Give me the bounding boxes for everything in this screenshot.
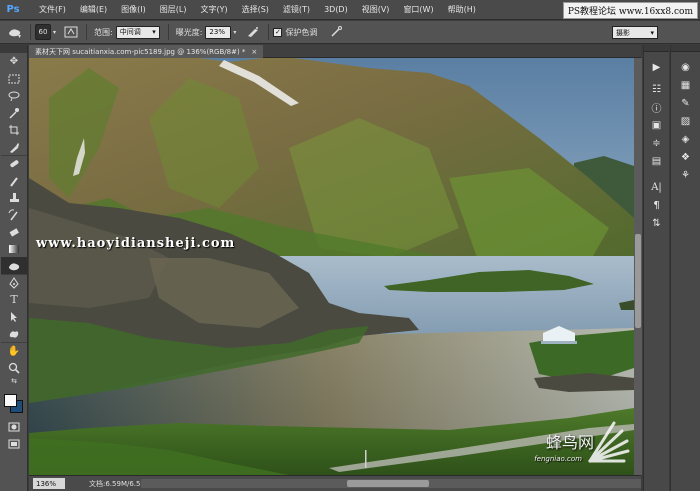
history-icon[interactable]: ▣ (644, 116, 669, 134)
exposure-field[interactable]: 23% (205, 25, 232, 39)
horizontal-scrollbar[interactable] (141, 479, 641, 488)
swatches-icon[interactable]: ▦ (671, 76, 700, 94)
shape-tool-icon[interactable] (1, 325, 27, 342)
chevron-down-icon: ▾ (650, 28, 654, 37)
chevron-down-icon[interactable]: ▾ (233, 29, 236, 36)
protect-tones-label: 保护色调 (285, 27, 318, 37)
info-icon[interactable]: ⓘ (644, 98, 669, 116)
sponge-tool-preset-icon[interactable]: ▾ (4, 23, 26, 41)
menu-edit[interactable]: 编辑(E) (73, 4, 114, 15)
menu-select[interactable]: 选择(S) (235, 4, 276, 15)
character-icon[interactable]: A| (644, 178, 669, 196)
landscape-photo (29, 58, 634, 475)
clone-source-icon[interactable]: ⇅ (644, 214, 669, 232)
pressure-size-icon[interactable] (325, 23, 347, 41)
color-panel-icon[interactable]: ◉ (671, 58, 700, 76)
options-bar: ▾ 60 ▾ 范围: 中间调 ▾ 曝光度: 23% ▾ ✓ 保护色调 摄影 ▾ (0, 21, 700, 44)
menu-file[interactable]: 文件(F) (32, 4, 73, 15)
hand-tool-icon[interactable]: ✋ (1, 342, 27, 359)
menu-3d[interactable]: 3D(D) (317, 5, 355, 14)
brush-tool-icon[interactable] (1, 172, 27, 189)
move-tool-icon[interactable]: ✥ (1, 53, 27, 70)
horizontal-scroll-thumb[interactable] (347, 480, 429, 487)
menu-window[interactable]: 窗口(W) (396, 4, 440, 15)
menu-help[interactable]: 帮助(H) (441, 4, 483, 15)
exposure-label: 曝光度: (175, 27, 203, 37)
brush-panel-icon[interactable] (60, 23, 82, 41)
brush-size-value: 60 (35, 24, 51, 40)
exposure-value: 23% (209, 28, 225, 36)
vertical-scroll-thumb[interactable] (635, 234, 641, 328)
panel-dock-left: ▶ ☷ ⓘ ▣ ≑ ▤ A| ¶ ⇅ (643, 45, 669, 491)
play-icon[interactable]: ▶ (644, 58, 669, 76)
document-tab-bar: 素材天下网 sucaitianxia.com-pic5189.jpg @ 136… (29, 45, 641, 58)
close-icon[interactable]: × (251, 48, 257, 56)
paths-icon[interactable]: ⚘ (671, 166, 700, 184)
range-value: 中间调 (119, 28, 141, 36)
dock-header[interactable] (671, 45, 700, 52)
photoshop-window: Ps 文件(F) 编辑(E) 图像(I) 图层(L) 文字(Y) 选择(S) 滤… (0, 0, 700, 491)
layers-icon[interactable]: ◈ (671, 130, 700, 148)
site-watermark: www.haoyidiansheji.com (36, 236, 236, 251)
range-select[interactable]: 中间调 ▾ (115, 25, 160, 39)
forum-watermark: PS教程论坛 www.16xx8.com (562, 2, 698, 19)
ps-logo: Ps (6, 4, 20, 15)
layer-comps-icon[interactable]: ▤ (644, 152, 669, 170)
chevron-down-icon: ▾ (152, 28, 156, 36)
status-bar: 136% 文档:6.59M/6.59M ▸ (29, 475, 641, 491)
type-tool-icon[interactable]: T (1, 291, 27, 308)
workspace-value: 摄影 (616, 28, 630, 37)
menu-filter[interactable]: 滤镜(T) (276, 4, 317, 15)
lasso-tool-icon[interactable] (1, 87, 27, 104)
color-swatches (0, 390, 26, 418)
zoom-tool-icon[interactable] (1, 359, 27, 376)
crop-tool-icon[interactable] (1, 121, 27, 138)
menu-type[interactable]: 文字(Y) (193, 4, 234, 15)
channels-icon[interactable]: ❖ (671, 148, 700, 166)
sponge-tool-icon[interactable] (1, 257, 27, 274)
airbrush-icon[interactable] (242, 23, 264, 41)
brushes-icon[interactable]: ✎ (671, 94, 700, 112)
menu-bar: Ps 文件(F) 编辑(E) 图像(I) 图层(L) 文字(Y) 选择(S) 滤… (0, 0, 700, 20)
protect-tones-checkbox[interactable]: ✓ (273, 27, 283, 37)
document-tab-title: 素材天下网 sucaitianxia.com-pic5189.jpg @ 136… (35, 47, 246, 56)
path-selection-tool-icon[interactable] (1, 308, 27, 325)
document-canvas[interactable]: www.haoyidiansheji.com 蜂鸟网 fengniao.com (29, 58, 634, 475)
protect-tones-option[interactable]: ✓ 保护色调 (273, 27, 317, 38)
clone-stamp-tool-icon[interactable] (1, 189, 27, 206)
pen-tool-icon[interactable] (1, 274, 27, 291)
menu-layer[interactable]: 图层(L) (153, 4, 194, 15)
range-label: 范围: (94, 27, 113, 37)
quick-mask-icon[interactable] (1, 418, 27, 435)
history-brush-tool-icon[interactable] (1, 206, 27, 223)
tools-panel-header[interactable] (0, 45, 27, 53)
brush-size-picker[interactable]: 60 ▾ (35, 24, 56, 40)
eraser-tool-icon[interactable] (1, 223, 27, 240)
workspace-select[interactable]: 摄影 ▾ (612, 26, 658, 39)
properties-icon[interactable]: ☷ (644, 80, 669, 98)
document-tab[interactable]: 素材天下网 sucaitianxia.com-pic5189.jpg @ 136… (29, 45, 264, 58)
gradient-tool-icon[interactable] (1, 240, 27, 257)
adjustments-icon[interactable]: ≑ (644, 134, 669, 152)
fengniao-wing-icon (588, 421, 630, 463)
tools-panel: ✥ T ✋ ⇆ (0, 45, 28, 491)
zoom-field[interactable]: 136% (33, 478, 65, 489)
screen-mode-icon[interactable] (1, 435, 27, 452)
svg-text:▾: ▾ (18, 33, 21, 38)
swap-colors-icon[interactable]: ⇆ (1, 376, 27, 386)
menu-image[interactable]: 图像(I) (114, 4, 153, 15)
quick-selection-tool-icon[interactable] (1, 104, 27, 121)
foreground-color-swatch[interactable] (4, 394, 17, 407)
vertical-scrollbar[interactable] (634, 58, 642, 475)
marquee-tool-icon[interactable] (1, 70, 27, 87)
eyedropper-tool-icon[interactable] (1, 138, 27, 155)
menu-view[interactable]: 视图(V) (355, 4, 397, 15)
paragraph-icon[interactable]: ¶ (644, 196, 669, 214)
panel-dock-right: ◉ ▦ ✎ ▨ ◈ ❖ ⚘ (670, 45, 700, 491)
styles-icon[interactable]: ▨ (671, 112, 700, 130)
chevron-down-icon: ▾ (53, 28, 57, 36)
dock-header[interactable] (644, 45, 669, 52)
fengniao-url: fengniao.com (534, 455, 582, 463)
healing-brush-tool-icon[interactable] (1, 155, 27, 172)
